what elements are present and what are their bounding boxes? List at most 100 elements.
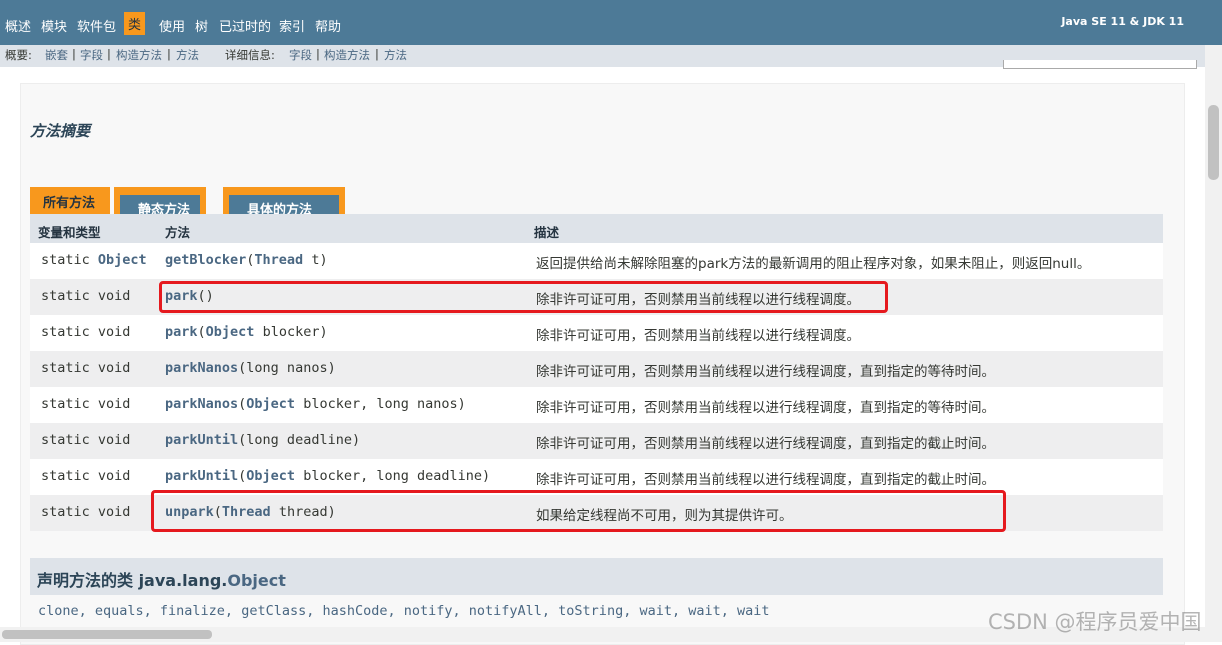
vertical-scrollbar-thumb[interactable] xyxy=(1208,105,1219,180)
method-signature-cell: parkUntil(long deadline) xyxy=(165,432,361,448)
method-signature-cell: getBlocker(Thread t) xyxy=(165,252,328,268)
inherited-methods-list[interactable]: clone, equals, finalize, getClass, hashC… xyxy=(38,603,770,619)
modifier-text: static xyxy=(41,252,90,268)
param-name: blocker xyxy=(295,468,361,484)
param-name: long deadline xyxy=(376,468,483,484)
method-name-link[interactable]: parkUntil xyxy=(165,432,238,448)
return-type-cell: static void xyxy=(41,396,130,412)
summary-method-link[interactable]: 方法 xyxy=(176,47,199,63)
tab-static-methods[interactable]: 静态方法 xyxy=(114,187,206,218)
param-name: long nanos xyxy=(246,360,328,376)
tab-static-label: 静态方法 xyxy=(120,195,200,218)
return-type-cell: static void xyxy=(41,432,130,448)
horizontal-scrollbar-thumb[interactable] xyxy=(2,630,212,639)
method-name-link[interactable]: parkUntil xyxy=(165,468,238,484)
return-type-text: void xyxy=(97,360,131,376)
separator: | xyxy=(107,47,111,61)
return-type-text: void xyxy=(97,288,131,304)
modifier-text: static xyxy=(41,288,90,304)
method-name-link[interactable]: parkNanos xyxy=(165,396,238,412)
separator: | xyxy=(375,47,379,61)
method-signature-cell: parkUntil(Object blocker, long deadline) xyxy=(165,468,491,484)
return-type-text: void xyxy=(97,396,131,412)
separator: | xyxy=(167,47,171,61)
table-row: static void park(Object blocker) 除非许可证可用，否… xyxy=(30,315,1163,351)
description-cell: 返回提供给尚未解除阻塞的park方法的最新调用的阻止程序对象，如果未阻止，则返回… xyxy=(536,256,1091,272)
nav-index-link[interactable]: 索引 xyxy=(279,16,305,35)
param-type-link[interactable]: Object xyxy=(246,468,295,484)
object-class-link[interactable]: Object xyxy=(227,571,286,590)
table-header: 变量和类型 方法 描述 xyxy=(30,214,1163,243)
modifier-text: static xyxy=(41,360,90,376)
search-input[interactable] xyxy=(1003,60,1197,69)
top-navigation-bar: 概述 模块 软件包 类 使用 树 已过时的 索引 帮助 Java SE 11 &… xyxy=(0,0,1222,45)
nav-package-link[interactable]: 软件包 xyxy=(77,16,116,35)
method-name-link[interactable]: parkNanos xyxy=(165,360,238,376)
table-row: static void parkUntil(long deadline) 除非许可证… xyxy=(30,423,1163,459)
summary-label: 概要: xyxy=(5,48,32,62)
detail-method-link[interactable]: 方法 xyxy=(384,47,407,63)
param-type-link[interactable]: Object xyxy=(246,396,295,412)
return-type-text: void xyxy=(97,504,131,520)
return-type-text: void xyxy=(97,468,131,484)
return-type-cell: static void xyxy=(41,468,130,484)
separator: | xyxy=(72,47,76,61)
param-name: long deadline xyxy=(246,432,352,448)
return-type-cell: static void xyxy=(41,504,130,520)
section-title: 方法摘要 xyxy=(30,122,91,140)
return-type-text[interactable]: Object xyxy=(98,252,147,268)
nav-overview-link[interactable]: 概述 xyxy=(5,16,31,35)
column-header-method: 方法 xyxy=(165,225,191,240)
column-header-description: 描述 xyxy=(534,225,560,240)
method-signature-cell: parkNanos(long nanos) xyxy=(165,360,336,376)
nav-class-active: 类 xyxy=(124,12,146,35)
modifier-text: static xyxy=(41,468,90,484)
csdn-watermark: CSDN @程序员爱中国 xyxy=(988,610,1202,634)
nav-help-link[interactable]: 帮助 xyxy=(315,16,341,35)
nav-module-link[interactable]: 模块 xyxy=(41,16,67,35)
nav-deprecated-link[interactable]: 已过时的 xyxy=(219,16,271,35)
summary-nested-link[interactable]: 嵌套 xyxy=(45,47,68,63)
nav-use-link[interactable]: 使用 xyxy=(159,16,185,35)
return-type-cell: static void xyxy=(41,360,130,376)
return-type-text: void xyxy=(97,432,131,448)
return-type-text: void xyxy=(97,324,131,340)
modifier-text: static xyxy=(41,504,90,520)
tab-concrete-label: 具体的方法 xyxy=(229,195,339,218)
method-name-link[interactable]: park xyxy=(165,324,198,340)
tab-concrete-methods[interactable]: 具体的方法 xyxy=(223,187,345,218)
detail-constructor-link[interactable]: 构造方法 xyxy=(324,47,370,63)
param-name: long nanos xyxy=(376,396,458,412)
modifier-text: static xyxy=(41,396,90,412)
modifier-text: static xyxy=(41,324,90,340)
param-name: t xyxy=(303,252,320,268)
red-highlight-box xyxy=(151,490,1006,532)
summary-constructor-link[interactable]: 构造方法 xyxy=(116,47,162,63)
param-name: blocker xyxy=(295,396,361,412)
column-header-type: 变量和类型 xyxy=(38,225,101,240)
nav-tree-link[interactable]: 树 xyxy=(195,16,208,35)
param-type-link[interactable]: Object xyxy=(206,324,255,340)
detail-label: 详细信息: xyxy=(225,48,275,62)
about-java-version: Java SE 11 & JDK 11 xyxy=(1061,15,1184,28)
return-type-cell: static Object xyxy=(41,252,147,268)
summary-field-link[interactable]: 字段 xyxy=(80,47,103,63)
method-signature-cell: park(Object blocker) xyxy=(165,324,328,340)
description-cell: 除非许可证可用，否则禁用当前线程以进行线程调度，直到指定的截止时间。 xyxy=(536,472,995,488)
description-cell: 除非许可证可用，否则禁用当前线程以进行线程调度，直到指定的等待时间。 xyxy=(536,364,995,380)
param-name: blocker xyxy=(254,324,320,340)
table-row: static void parkNanos(Object blocker, lon… xyxy=(30,387,1163,423)
method-signature-cell: parkNanos(Object blocker, long nanos) xyxy=(165,396,466,412)
description-cell: 除非许可证可用，否则禁用当前线程以进行线程调度。 xyxy=(536,328,860,344)
inherited-methods-header: 声明方法的类 java.lang.Object xyxy=(30,558,1163,595)
inherited-prefix: 声明方法的类 java.lang. xyxy=(37,571,228,590)
description-cell: 除非许可证可用，否则禁用当前线程以进行线程调度，直到指定的等待时间。 xyxy=(536,400,995,416)
detail-field-link[interactable]: 字段 xyxy=(289,47,312,63)
table-row: static void parkNanos(long nanos) 除非许可证可用，… xyxy=(30,351,1163,387)
param-type-link[interactable]: Thread xyxy=(254,252,303,268)
vertical-scrollbar[interactable] xyxy=(1205,45,1222,642)
method-name-link[interactable]: getBlocker xyxy=(165,252,246,268)
red-highlight-box xyxy=(159,281,888,313)
table-row: static Object getBlocker(Thread t) 返回提供给尚未… xyxy=(30,243,1163,279)
tab-all-methods[interactable]: 所有方法 xyxy=(30,187,110,214)
